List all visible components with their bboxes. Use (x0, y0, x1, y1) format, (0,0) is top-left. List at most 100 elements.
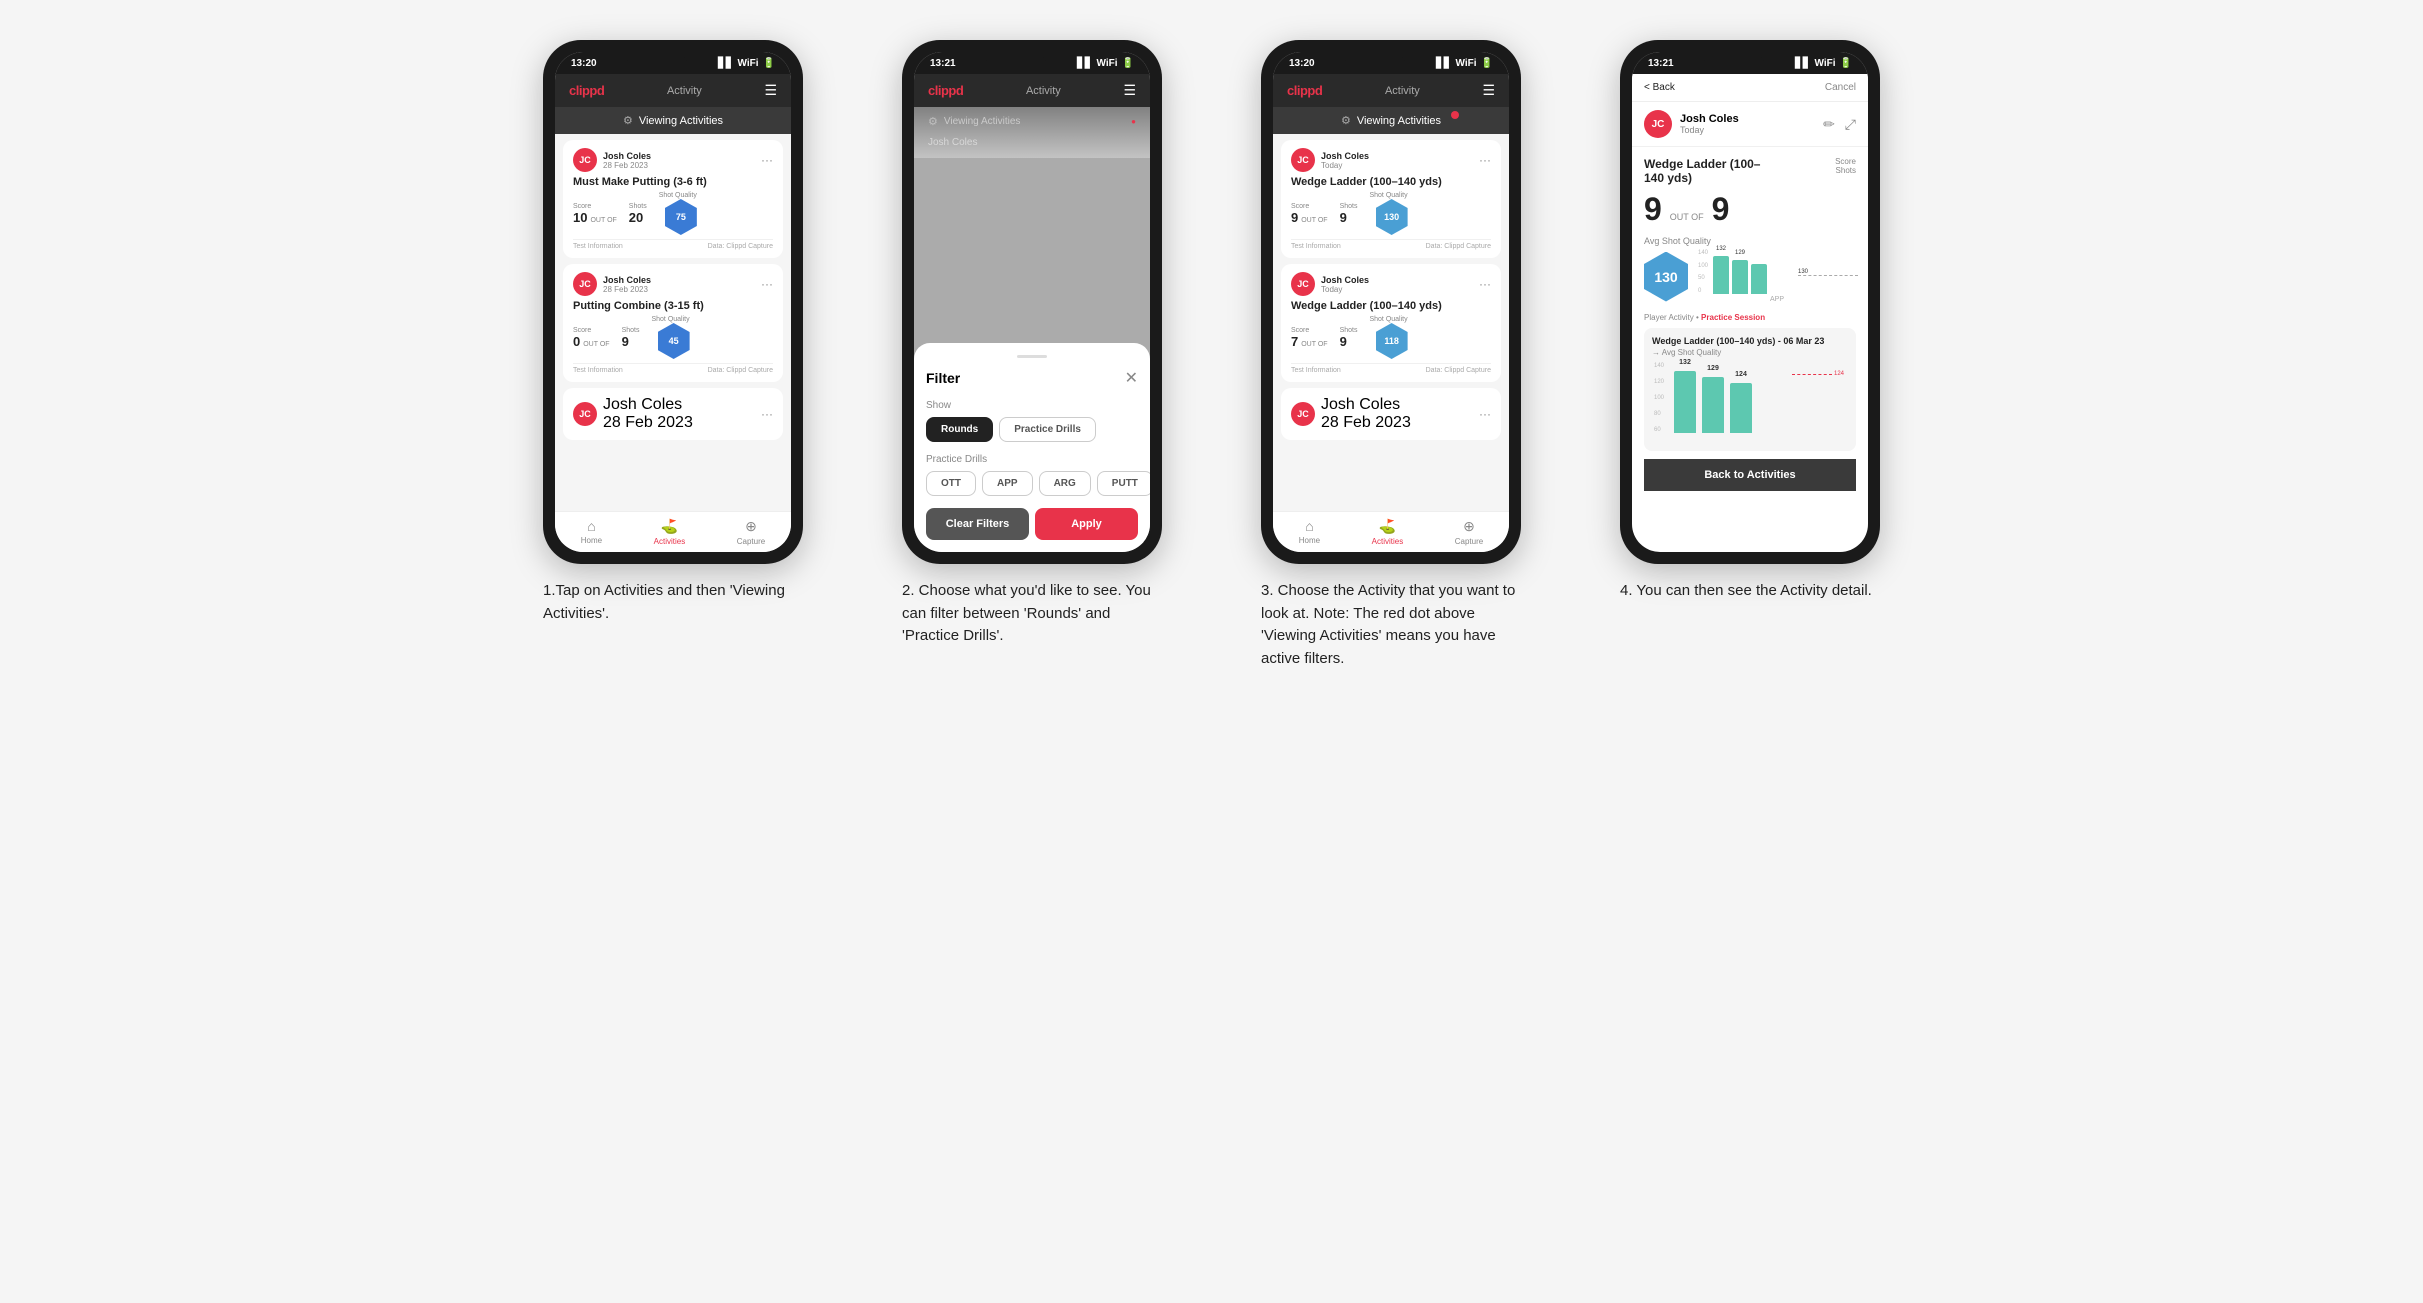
nav-label-capture-3: Capture (1455, 537, 1483, 546)
stat-score-2: Score 0 OUT OF (573, 327, 610, 349)
bar-3 (1751, 264, 1767, 294)
arg-button[interactable]: ARG (1039, 471, 1091, 496)
card-title-2: Putting Combine (3-15 ft) (573, 300, 773, 312)
status-icons-3: ▋▋ WiFi 🔋 (1436, 58, 1493, 69)
stat-quality-2: Shot Quality 45 (651, 316, 689, 359)
caption-2: 2. Choose what you'd like to see. You ca… (902, 580, 1162, 648)
putt-button[interactable]: PUTT (1097, 471, 1150, 496)
score-label-1: Score (573, 203, 617, 210)
chart-x-label: APP (1698, 296, 1856, 303)
card-title-3-1: Wedge Ladder (100–140 yds) (1291, 176, 1491, 188)
column-3: 13:20 ▋▋ WiFi 🔋 clippd Activity ☰ (1230, 40, 1553, 670)
page-container: 13:20 ▋▋ WiFi 🔋 clippd Activity ☰ ⚙ (512, 40, 1912, 670)
card-title-1: Must Make Putting (3-6 ft) (573, 176, 773, 188)
practice-drills-button[interactable]: Practice Drills (999, 417, 1096, 442)
back-to-activities-button[interactable]: Back to Activities (1644, 459, 1856, 491)
card-header-2: JC Josh Coles 28 Feb 2023 ··· (573, 272, 773, 296)
column-4: 13:21 ▋▋ WiFi 🔋 < Back Cancel JC (1589, 40, 1912, 670)
detail-content: Wedge Ladder (100–140 yds) Score Shots 9… (1632, 147, 1868, 552)
status-bar-4: 13:21 ▋▋ WiFi 🔋 (1632, 52, 1868, 74)
footer-right-1: Data: Clippd Capture (708, 243, 773, 250)
card-footer-3-1: Test Information Data: Clippd Capture (1291, 239, 1491, 250)
avatar-3: JC (573, 402, 597, 426)
logo-2: clippd (928, 83, 963, 98)
drill-filter-row: OTT APP ARG PUTT (926, 471, 1138, 496)
back-button[interactable]: < Back (1644, 82, 1675, 93)
show-filter-row: Rounds Practice Drills (926, 417, 1138, 442)
user-date-3: 28 Feb 2023 (603, 414, 693, 432)
time-2: 13:21 (930, 58, 956, 69)
stat-shots-1: Shots 20 (629, 203, 647, 225)
settings-icon-3: ⚙ (1341, 114, 1351, 127)
time-4: 13:21 (1648, 58, 1674, 69)
status-icons-2: ▋▋ WiFi 🔋 (1077, 58, 1134, 69)
nav-home-3[interactable]: ⌂ Home (1299, 518, 1320, 546)
wifi-icon-2: WiFi (1097, 58, 1118, 69)
footer-left-2: Test Information (573, 367, 623, 374)
nav-bar-1: clippd Activity ☰ (555, 74, 791, 107)
phone-2: 13:21 ▋▋ WiFi 🔋 clippd Activity ☰ (902, 40, 1162, 564)
nav-home-1[interactable]: ⌂ Home (581, 518, 602, 546)
detail-big-score: 9 OUT OF 9 (1644, 191, 1856, 228)
dots-1[interactable]: ··· (761, 153, 773, 167)
user-name-3-3: Josh Coles (1321, 396, 1411, 414)
status-icons-1: ▋▋ WiFi 🔋 (718, 58, 775, 69)
user-name-1: Josh Coles (603, 151, 651, 161)
stat-quality-1: Shot Quality 75 (659, 192, 697, 235)
blurred-top-2: ⚙ Viewing Activities ● Josh Coles (914, 107, 1150, 158)
activity-card-3[interactable]: JC Josh Coles 28 Feb 2023 ··· (563, 388, 783, 440)
time-1: 13:20 (571, 58, 597, 69)
detail-action-icons: ✏ ⤢ (1823, 116, 1856, 133)
avg-quality-label: Avg Shot Quality (1644, 236, 1856, 246)
card-footer-2: Test Information Data: Clippd Capture (573, 363, 773, 374)
user-name-3-1: Josh Coles (1321, 151, 1369, 161)
filter-overlay: Filter ✕ Show Rounds Practice Drills Pra… (914, 158, 1150, 552)
expand-icon[interactable]: ⤢ (1845, 116, 1856, 133)
rounds-button[interactable]: Rounds (926, 417, 993, 442)
menu-icon-3[interactable]: ☰ (1482, 82, 1495, 99)
ott-button[interactable]: OTT (926, 471, 976, 496)
nav-title-1: Activity (667, 85, 702, 97)
dots-3-1[interactable]: ··· (1479, 153, 1491, 167)
detail-card-subtitle: → Avg Shot Quality (1652, 348, 1848, 357)
dots-3-3[interactable]: ··· (1479, 407, 1491, 421)
detail-score-section: Wedge Ladder (100–140 yds) Score Shots (1644, 157, 1856, 185)
home-icon-1: ⌂ (587, 518, 595, 534)
quality-hex-1: 75 (665, 199, 697, 235)
activity-card-3-1[interactable]: JC Josh Coles Today ··· Wedge Ladder (10… (1281, 140, 1501, 258)
dots-2[interactable]: ··· (761, 277, 773, 291)
nav-capture-1[interactable]: ⊕ Capture (737, 518, 765, 546)
signal-icon-2: ▋▋ (1077, 58, 1092, 69)
edit-icon[interactable]: ✏ (1823, 116, 1835, 133)
activity-card-2[interactable]: JC Josh Coles 28 Feb 2023 ··· Putting Co… (563, 264, 783, 382)
viewing-bar-3[interactable]: ⚙ Viewing Activities (1273, 107, 1509, 134)
activity-detail-card[interactable]: Wedge Ladder (100–140 yds) - 06 Mar 23 →… (1644, 328, 1856, 451)
viewing-bar-1[interactable]: ⚙ Viewing Activities (555, 107, 791, 134)
nav-title-3: Activity (1385, 85, 1420, 97)
filter-close-button[interactable]: ✕ (1125, 368, 1138, 388)
menu-icon-2[interactable]: ☰ (1123, 82, 1136, 99)
app-button[interactable]: APP (982, 471, 1033, 496)
dots-3-2[interactable]: ··· (1479, 277, 1491, 291)
activity-card-3-3[interactable]: JC Josh Coles 28 Feb 2023 ··· (1281, 388, 1501, 440)
dots-3[interactable]: ··· (761, 407, 773, 421)
card-stats-2: Score 0 OUT OF Shots 9 (573, 316, 773, 359)
activity-card-1[interactable]: JC Josh Coles 28 Feb 2023 ··· Must Make … (563, 140, 783, 258)
activity-card-3-2[interactable]: JC Josh Coles Today ··· Wedge Ladder (10… (1281, 264, 1501, 382)
player-activity-label: Player Activity • Practice Session (1644, 313, 1856, 322)
avatar-1: JC (573, 148, 597, 172)
apply-button[interactable]: Apply (1035, 508, 1138, 540)
battery-icon-2: 🔋 (1122, 58, 1134, 69)
nav-label-home-3: Home (1299, 536, 1320, 545)
nav-bar-2: clippd Activity ☰ (914, 74, 1150, 107)
nav-activities-3[interactable]: ⛳ Activities (1372, 518, 1404, 546)
nav-activities-1[interactable]: ⛳ Activities (654, 518, 686, 546)
red-dot-3 (1451, 111, 1459, 119)
menu-icon-1[interactable]: ☰ (764, 82, 777, 99)
practice-drills-label: Practice Drills (926, 454, 1138, 465)
cancel-button[interactable]: Cancel (1825, 82, 1856, 93)
avatar-3-2: JC (1291, 272, 1315, 296)
nav-capture-3[interactable]: ⊕ Capture (1455, 518, 1483, 546)
clear-filters-button[interactable]: Clear Filters (926, 508, 1029, 540)
status-bar-2: 13:21 ▋▋ WiFi 🔋 (914, 52, 1150, 74)
